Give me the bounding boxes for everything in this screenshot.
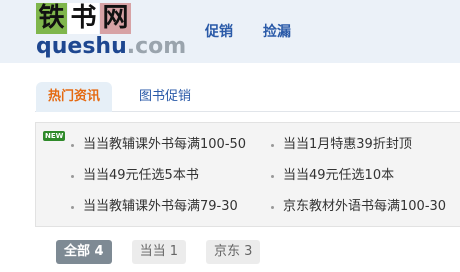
tab-hot-news[interactable]: 热门资讯 xyxy=(36,82,112,112)
news-item[interactable]: 当当教辅课外书每满79-30 xyxy=(71,199,238,215)
news-item[interactable]: 当当49元任选5本书 xyxy=(71,168,199,184)
logo-domain-name: queshu xyxy=(36,34,127,59)
logo-chinese-wordmark: 铁 书 网 xyxy=(36,3,166,36)
logo-char-3: 网 xyxy=(100,3,131,34)
filter-all[interactable]: 全部 4 xyxy=(56,240,112,264)
news-item[interactable]: 当当教辅课外书每满100-50 xyxy=(70,137,246,153)
news-panel: NEW 当当教辅课外书每满100-50 当当1月特惠39折封顶 当当49元任选5… xyxy=(35,122,460,227)
logo-char-1: 铁 xyxy=(36,3,67,34)
news-item[interactable]: 当当49元任选10本 xyxy=(270,168,394,184)
logo-char-2: 书 xyxy=(68,3,99,34)
nav-link-bargains[interactable]: 捡漏 xyxy=(263,21,291,41)
filter-jd[interactable]: 京东 3 xyxy=(205,240,261,264)
site-logo[interactable]: 铁 书 网 queshu.com xyxy=(36,3,186,59)
logo-domain-tld: .com xyxy=(126,34,187,59)
new-badge: NEW xyxy=(43,131,66,141)
filter-dangdang[interactable]: 当当 1 xyxy=(131,240,186,264)
top-header-bar: 铁 书 网 queshu.com 促销 捡漏 xyxy=(0,0,460,63)
logo-domain-wordmark: queshu.com xyxy=(36,34,186,59)
top-nav: 促销 捡漏 xyxy=(205,21,291,41)
news-item[interactable]: 京东教材外语书每满100-30 xyxy=(270,199,446,215)
tab-book-promotions[interactable]: 图书促销 xyxy=(129,82,201,112)
content-tabs: 热门资讯 图书促销 xyxy=(35,78,460,112)
news-item[interactable]: 当当1月特惠39折封顶 xyxy=(271,137,412,153)
nav-link-promotions[interactable]: 促销 xyxy=(205,21,233,41)
source-filters: 全部 4 当当 1 京东 3 xyxy=(56,240,280,264)
